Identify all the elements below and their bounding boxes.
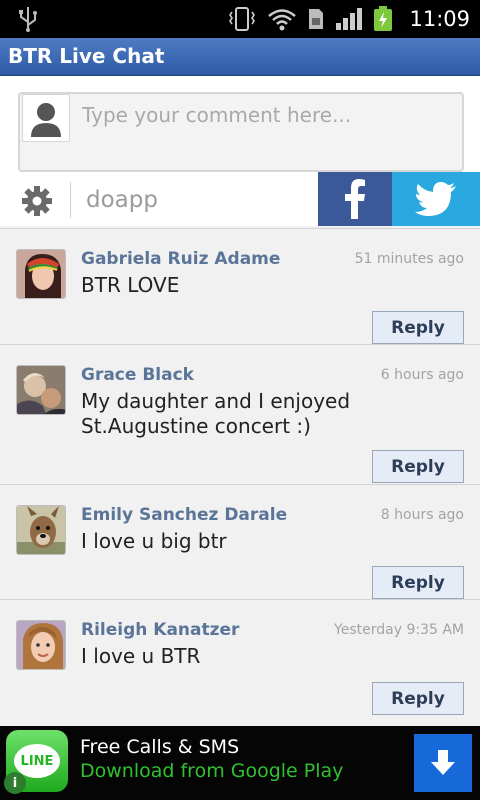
signal-icon	[336, 8, 363, 30]
comment-input[interactable]	[82, 100, 452, 130]
twitter-icon	[415, 182, 456, 216]
app-title: BTR Live Chat	[8, 44, 165, 68]
gear-icon[interactable]	[20, 184, 54, 218]
comment-item: Gabriela Ruiz Adame 51 minutes ago BTR L…	[0, 228, 480, 344]
facebook-button[interactable]	[318, 172, 392, 226]
comment-text: I love u big btr	[81, 529, 227, 553]
comment-text: My daughter and I enjoyed St.Augustine c…	[81, 389, 351, 438]
comment-timestamp: Yesterday 9:35 AM	[334, 622, 464, 638]
ad-title[interactable]: Free Calls & SMS	[80, 736, 239, 758]
comment-item: Grace Black 6 hours ago My daughter and …	[0, 344, 480, 484]
avatar-photo	[17, 366, 65, 414]
commenter-avatar[interactable]	[16, 620, 66, 670]
commenter-name[interactable]: Gabriela Ruiz Adame	[81, 249, 280, 269]
wifi-icon	[268, 9, 297, 31]
comment-timestamp: 51 minutes ago	[354, 251, 464, 267]
commenter-name[interactable]: Emily Sanchez Darale	[81, 505, 287, 525]
status-bar: 11:09	[0, 0, 480, 38]
comment-feed[interactable]: Gabriela Ruiz Adame 51 minutes ago BTR L…	[0, 228, 480, 728]
twitter-button[interactable]	[392, 172, 480, 226]
commenter-avatar[interactable]	[16, 249, 66, 299]
commenter-name[interactable]: Rileigh Kanatzer	[81, 620, 239, 640]
avatar-photo	[17, 506, 65, 554]
reply-button[interactable]: Reply	[372, 450, 464, 483]
avatar-photo	[17, 621, 65, 669]
commenter-name[interactable]: Grace Black	[81, 365, 194, 385]
reply-button[interactable]: Reply	[372, 311, 464, 344]
comment-box[interactable]	[18, 92, 464, 172]
user-avatar-placeholder	[22, 94, 70, 142]
usb-icon	[19, 7, 37, 32]
doapp-logo[interactable]: doapp	[86, 187, 158, 213]
title-bar: BTR Live Chat	[0, 38, 480, 76]
avatar-photo	[17, 250, 65, 298]
facebook-icon	[345, 179, 365, 219]
ad-subtitle[interactable]: Download from Google Play	[80, 760, 343, 782]
download-arrow-icon	[431, 750, 455, 775]
comment-item: Rileigh Kanatzer Yesterday 9:35 AM I lov…	[0, 599, 480, 717]
download-button[interactable]	[414, 734, 472, 792]
comment-text: BTR LOVE	[81, 273, 180, 297]
reply-button[interactable]: Reply	[372, 566, 464, 599]
sim-icon	[309, 9, 324, 29]
reply-button[interactable]: Reply	[372, 682, 464, 715]
vibrate-icon	[229, 7, 256, 31]
commenter-avatar[interactable]	[16, 505, 66, 555]
comment-composer: doapp	[0, 76, 480, 226]
commenter-avatar[interactable]	[16, 365, 66, 415]
comment-timestamp: 8 hours ago	[380, 507, 464, 523]
battery-charging-icon	[374, 6, 393, 31]
ad-info-icon[interactable]: i	[4, 772, 26, 794]
clock: 11:09	[409, 7, 470, 31]
divider	[70, 182, 71, 218]
comment-timestamp: 6 hours ago	[380, 367, 464, 383]
comment-text: I love u BTR	[81, 644, 201, 668]
ad-banner[interactable]: LINE Free Calls & SMS Download from Goog…	[0, 726, 480, 800]
person-icon	[31, 103, 61, 137]
comment-item: Emily Sanchez Darale 8 hours ago I love …	[0, 484, 480, 599]
